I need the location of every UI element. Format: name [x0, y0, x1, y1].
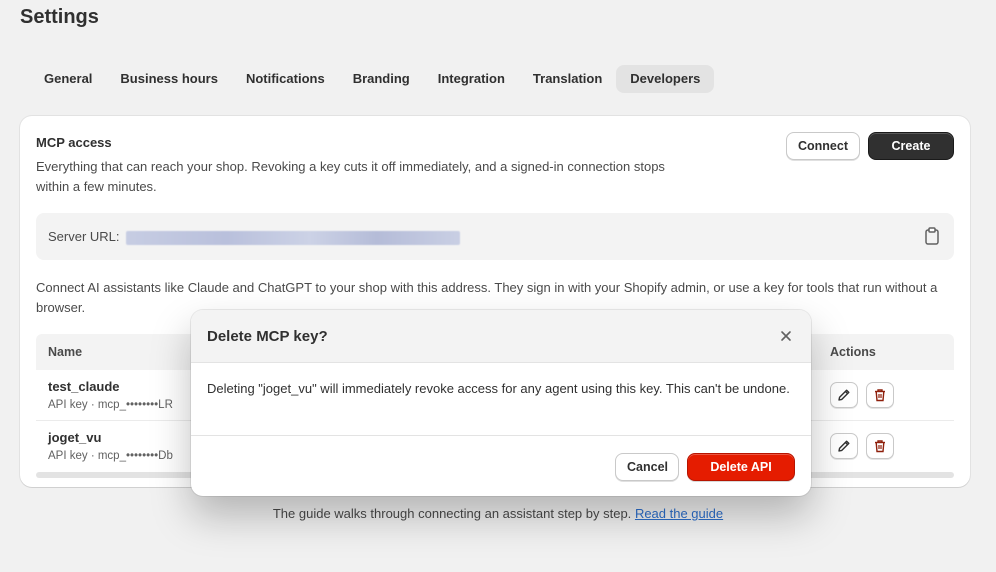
dialog-footer: Cancel Delete API key — [191, 435, 811, 496]
delete-api-key-button[interactable]: Delete API key — [687, 453, 795, 496]
cancel-button[interactable]: Cancel — [615, 453, 679, 481]
dialog-title: Delete MCP key? — [207, 328, 328, 345]
close-icon[interactable] — [777, 327, 795, 345]
dialog-header: Delete MCP key? — [191, 310, 811, 363]
delete-key-dialog: Delete MCP key? Deleting "joget_vu" will… — [191, 310, 811, 496]
dialog-message: Deleting "joget_vu" will immediately rev… — [207, 381, 790, 396]
